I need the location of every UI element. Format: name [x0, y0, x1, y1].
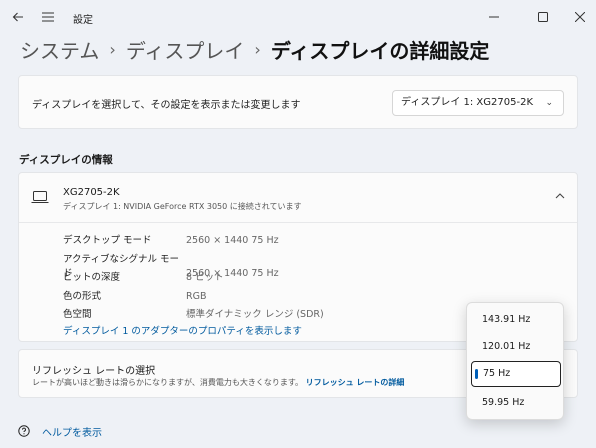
- close-button[interactable]: [570, 7, 590, 27]
- chevron-right-icon: ›: [109, 39, 116, 59]
- refresh-rate-flyout: 143.91 Hz 120.01 Hz 75 Hz 59.95 Hz: [466, 302, 564, 420]
- prop-row: デスクトップ モード 2560 × 1440 75 Hz: [63, 232, 279, 246]
- monitor-connection: ディスプレイ 1: NVIDIA GeForce RTX 3050 に接続されて…: [63, 202, 302, 211]
- prop-row: 色の形式 RGB: [63, 288, 206, 302]
- display-select-card: ディスプレイを選択して、その設定を表示または変更します ディスプレイ 1: XG…: [18, 75, 578, 129]
- help-row[interactable]: ヘルプを表示: [18, 422, 102, 440]
- prop-row: ビットの深度 8 ビット: [63, 269, 224, 283]
- display-dropdown[interactable]: ディスプレイ 1: XG2705-2K ⌄: [392, 90, 564, 116]
- refresh-option[interactable]: 120.01 Hz: [471, 334, 561, 360]
- chevron-right-icon: ›: [254, 39, 261, 59]
- chevron-down-icon: ⌄: [545, 98, 553, 108]
- prop-row: 色空間 標準ダイナミック レンジ (SDR): [63, 306, 324, 320]
- breadcrumb: システム › ディスプレイ › ディスプレイの詳細設定: [20, 34, 489, 64]
- refresh-option-selected[interactable]: 75 Hz: [471, 361, 561, 387]
- back-button[interactable]: [8, 7, 28, 27]
- help-icon: [18, 425, 30, 437]
- close-icon: [575, 12, 585, 22]
- refresh-rate-description: レートが高いほど動きは滑らかになりますが、消費電力も大きくなります。 リフレッシ…: [32, 377, 404, 388]
- refresh-rate-title: リフレッシュ レートの選択: [32, 366, 156, 377]
- help-link[interactable]: ヘルプを表示: [42, 424, 102, 439]
- breadcrumb-display[interactable]: ディスプレイ: [126, 35, 245, 64]
- maximize-icon: [538, 12, 548, 22]
- prop-value: 標準ダイナミック レンジ (SDR): [186, 309, 324, 320]
- hamburger-icon: [42, 12, 54, 22]
- minimize-icon: [489, 16, 499, 18]
- adapter-properties-link[interactable]: ディスプレイ 1 のアダプターのプロパティを表示します: [63, 323, 302, 337]
- prop-value: 8 ビット: [186, 272, 224, 283]
- refresh-option[interactable]: 59.95 Hz: [471, 390, 561, 416]
- title-bar: 設定: [0, 0, 596, 34]
- display-select-description: ディスプレイを選択して、その設定を表示または変更します: [32, 100, 301, 111]
- minimize-button[interactable]: [484, 7, 504, 27]
- chevron-up-icon[interactable]: [555, 189, 565, 202]
- prop-key: 色空間: [63, 309, 92, 320]
- menu-button[interactable]: [38, 7, 58, 27]
- display-dropdown-value: ディスプレイ 1: XG2705-2K: [401, 97, 533, 108]
- section-title: ディスプレイの情報: [19, 154, 113, 166]
- breadcrumb-system[interactable]: システム: [20, 35, 99, 64]
- app-title: 設定: [73, 15, 93, 26]
- prop-value: 2560 × 1440 75 Hz: [186, 235, 279, 246]
- prop-value: RGB: [186, 291, 207, 302]
- display-info-header[interactable]: XG2705-2K ディスプレイ 1: NVIDIA GeForce RTX 3…: [19, 173, 577, 223]
- laptop-icon: [31, 191, 49, 203]
- refresh-rate-details-link[interactable]: リフレッシュ レートの詳細: [306, 378, 405, 387]
- arrow-left-icon: [12, 12, 23, 22]
- prop-key: デスクトップ モード: [63, 235, 152, 246]
- page-title: ディスプレイの詳細設定: [270, 38, 490, 63]
- maximize-button[interactable]: [533, 7, 553, 27]
- refresh-option[interactable]: 143.91 Hz: [471, 307, 561, 333]
- refresh-desc-text: レートが高いほど動きは滑らかになりますが、消費電力も大きくなります。: [32, 378, 304, 387]
- monitor-name: XG2705-2K: [63, 187, 120, 198]
- prop-key: 色の形式: [63, 291, 102, 302]
- prop-key: ビットの深度: [63, 272, 121, 283]
